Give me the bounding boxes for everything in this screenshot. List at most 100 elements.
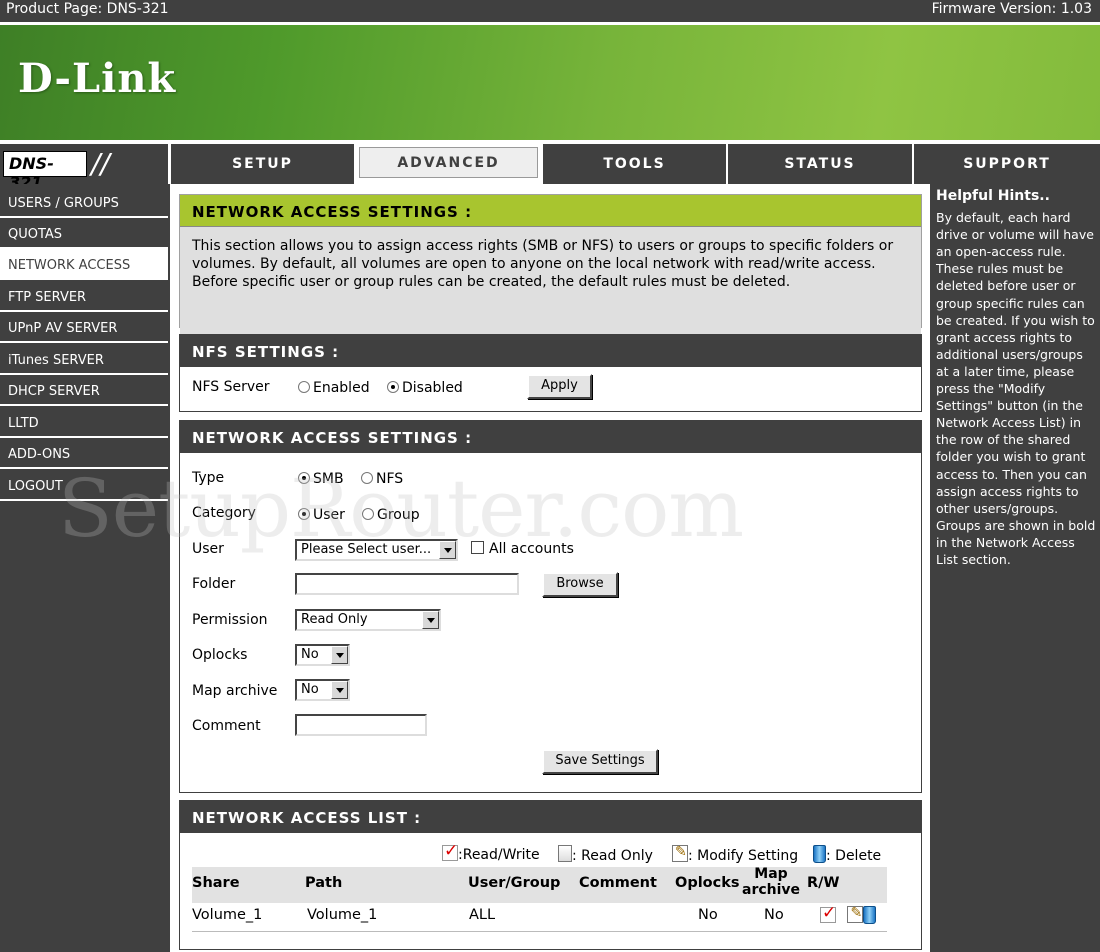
nfs-disabled-radio[interactable] [387,381,399,393]
category-user-option[interactable]: User [298,507,345,523]
network-access-settings-title: NETWORK ACCESS SETTINGS : [180,421,921,453]
row-oplocks: No [698,907,718,923]
intro-text: This section allows you to assign access… [180,227,921,336]
row-share: Volume_1 [192,907,263,923]
network-access-settings-panel: NETWORK ACCESS SETTINGS : Type SMB NFS C… [179,420,922,793]
sidebar-item-ftp-server[interactable]: FTP SERVER [0,281,168,312]
map-archive-label: Map archive [192,683,278,699]
column-header-map-archive: Map archive [742,866,801,898]
type-nfs-radio[interactable] [361,472,373,484]
legend-delete: : Delete [813,845,881,864]
model-name: DNS-321 [3,151,87,192]
user-select-value: Please Select user... [301,542,432,557]
apply-button[interactable]: Apply [527,374,592,399]
nfs-enabled-radio[interactable] [298,381,310,393]
chevron-down-icon[interactable] [422,611,439,629]
helpful-hints-title: Helpful Hints.. [936,188,1050,204]
row-user-group: ALL [469,907,496,923]
product-page-label: Product Page: DNS-321 [6,1,169,17]
tab-advanced[interactable]: ADVANCED [356,144,541,184]
nfs-server-label: NFS Server [192,379,270,395]
top-bar: Product Page: DNS-321 Firmware Version: … [0,0,1100,22]
oplocks-label: Oplocks [192,647,248,663]
helpful-hints-panel: Helpful Hints.. By default, each hard dr… [931,184,1100,952]
nfs-enabled-option[interactable]: Enabled [298,380,370,396]
legend-read-write: :Read/Write [442,841,540,863]
browse-button[interactable]: Browse [542,572,618,597]
map-archive-select[interactable]: No [295,679,350,701]
comment-label: Comment [192,718,261,734]
type-smb-option[interactable]: SMB [298,471,344,487]
save-settings-button[interactable]: Save Settings [542,749,658,774]
intro-panel: NETWORK ACCESS SETTINGS : This section a… [179,194,922,336]
trash-icon [813,845,826,863]
model-badge: DNS-321 // [0,144,168,192]
sidebar-item-network-access[interactable]: NETWORK ACCESS [0,249,168,280]
nfs-disabled-option[interactable]: Disabled [387,380,463,396]
sidebar-item-add-ons[interactable]: ADD-ONS [0,438,168,469]
legend-modify-setting-label: : Modify Setting [688,848,799,864]
user-select[interactable]: Please Select user... [295,539,458,561]
nfs-settings-panel: NFS SETTINGS : NFS Server Enabled Disabl… [179,334,922,412]
oplocks-select[interactable]: No [295,644,350,666]
category-group-radio[interactable] [362,508,374,520]
sidebar-item-dhcp-server[interactable]: DHCP SERVER [0,375,168,406]
modify-setting-icon[interactable] [847,905,864,923]
read-only-icon [558,845,572,862]
tab-status[interactable]: STATUS [728,144,912,184]
top-navigation: DNS-321 // SETUP ADVANCED TOOLS STATUS S… [0,140,1100,192]
intro-title: NETWORK ACCESS SETTINGS : [180,195,921,227]
row-path: Volume_1 [307,907,378,923]
sidebar-menu: USERS / GROUPS QUOTAS NETWORK ACCESS FTP… [0,184,168,952]
type-label: Type [192,470,225,486]
helpful-hints-text: By default, each hard drive or volume wi… [936,210,1096,567]
column-header-comment: Comment [579,875,657,891]
nfs-settings-title: NFS SETTINGS : [180,335,921,367]
sidebar-item-users-groups[interactable]: USERS / GROUPS [0,187,168,218]
folder-input[interactable] [295,573,519,595]
model-slashes: // [91,147,110,180]
tab-setup[interactable]: SETUP [171,144,354,184]
column-header-oplocks: Oplocks [675,875,740,891]
chevron-down-icon[interactable] [331,646,348,664]
map-archive-select-value: No [301,682,319,697]
read-write-icon [442,841,458,861]
read-write-icon[interactable] [820,903,836,923]
sidebar-item-itunes-server[interactable]: iTunes SERVER [0,344,168,375]
main-content: NETWORK ACCESS SETTINGS : This section a… [170,184,930,952]
tab-tools[interactable]: TOOLS [543,144,726,184]
tab-advanced-label: ADVANCED [359,147,538,178]
type-smb-label: SMB [313,471,344,487]
category-user-label: User [313,507,345,523]
all-accounts-option[interactable]: All accounts [471,541,574,557]
sidebar-item-upnp-av-server[interactable]: UPnP AV SERVER [0,312,168,343]
all-accounts-checkbox[interactable] [471,541,484,554]
legend-delete-label: : Delete [826,848,882,864]
all-accounts-label: All accounts [489,541,574,557]
chevron-down-icon[interactable] [439,541,456,559]
sidebar-item-lltd[interactable]: LLTD [0,407,168,438]
column-header-rw: R/W [807,875,840,891]
type-nfs-option[interactable]: NFS [361,471,403,487]
sidebar-item-logout[interactable]: LOGOUT [0,470,168,501]
permission-select[interactable]: Read Only [295,609,441,631]
tab-support[interactable]: SUPPORT [914,144,1100,184]
dlink-logo: D-Link [18,55,177,102]
category-group-option[interactable]: Group [362,507,420,523]
nfs-enabled-label: Enabled [313,380,370,396]
column-header-share: Share [192,875,240,891]
sidebar-item-quotas[interactable]: QUOTAS [0,218,168,249]
user-label: User [192,541,224,557]
row-divider [192,931,887,932]
category-group-label: Group [377,507,420,523]
network-access-list-panel: NETWORK ACCESS LIST : :Read/Write : Read… [179,800,922,950]
column-header-path: Path [305,875,343,891]
firmware-version-label: Firmware Version: 1.03 [931,1,1092,17]
comment-input[interactable] [295,714,427,736]
category-user-radio[interactable] [298,508,310,520]
chevron-down-icon[interactable] [331,681,348,699]
type-smb-radio[interactable] [298,472,310,484]
modify-setting-icon [672,844,688,862]
trash-icon[interactable] [863,906,877,924]
legend-modify-setting: : Modify Setting [672,844,799,864]
